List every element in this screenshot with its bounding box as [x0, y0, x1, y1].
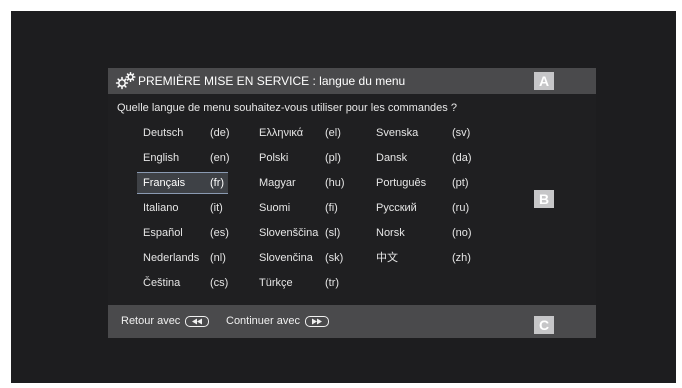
language-code: (da) [452, 152, 472, 164]
marker-b: B [534, 190, 554, 208]
language-code: (it) [210, 202, 223, 214]
language-option[interactable]: Deutsch (de) [143, 123, 230, 143]
language-option[interactable]: Dansk (da) [376, 148, 486, 168]
language-code: (es) [210, 227, 229, 239]
language-code: (de) [210, 127, 230, 139]
language-name: English [143, 152, 180, 164]
language-name: 中文 [376, 252, 398, 264]
language-name: Deutsch [143, 127, 184, 139]
language-option[interactable]: Polski (pl) [259, 148, 354, 168]
dialog-footer: Retour avec Continuer avec C [108, 305, 596, 338]
language-name: Čeština [143, 277, 181, 289]
language-name: Svenska [376, 127, 419, 139]
language-name: Español [143, 227, 183, 239]
language-name: Ελληνικά [259, 127, 304, 139]
language-name: Italiano [143, 202, 179, 214]
language-name: Suomi [259, 202, 291, 214]
continue-hint-label: Continuer avec [226, 315, 300, 327]
language-code: (sv) [452, 127, 471, 139]
rewind-button-icon[interactable] [185, 316, 209, 327]
language-option[interactable]: Italiano (it) [143, 198, 228, 218]
language-code: (pt) [452, 177, 469, 189]
language-option[interactable]: English (en) [143, 148, 230, 168]
tv-screen: PREMIÈRE MISE EN SERVICE : langue du men… [11, 11, 676, 383]
language-name: Dansk [376, 152, 408, 164]
language-name: Polski [259, 152, 289, 164]
language-option[interactable]: Русский (ru) [376, 198, 486, 218]
language-option[interactable]: Nederlands (nl) [143, 248, 228, 268]
language-name: Türkçe [259, 277, 293, 289]
first-setup-dialog: PREMIÈRE MISE EN SERVICE : langue du men… [108, 68, 596, 338]
language-code: (nl) [210, 252, 226, 264]
language-name: Русский [376, 202, 417, 214]
language-code: (fi) [325, 202, 338, 214]
language-option[interactable]: Čeština (cs) [143, 273, 228, 293]
language-code: (el) [325, 127, 341, 139]
language-option[interactable]: Türkçe (tr) [259, 273, 354, 293]
language-code: (sl) [325, 227, 341, 239]
language-code: (tr) [325, 277, 340, 289]
language-name: Português [376, 177, 427, 189]
language-code: (hu) [325, 177, 345, 189]
language-code: (ru) [452, 202, 470, 214]
language-option[interactable]: Suomi (fi) [259, 198, 354, 218]
dialog-title: PREMIÈRE MISE EN SERVICE : langue du men… [138, 74, 406, 88]
language-name: Magyar [259, 177, 296, 189]
language-code: (fr) [210, 177, 225, 189]
language-code: (zh) [452, 252, 471, 264]
language-option[interactable]: Português (pt) [376, 173, 486, 193]
language-list-panel: Quelle langue de menu souhaitez-vous uti… [108, 94, 596, 305]
language-option[interactable]: Slovenščina (sl) [259, 223, 354, 243]
dialog-header: PREMIÈRE MISE EN SERVICE : langue du men… [108, 68, 596, 94]
language-question: Quelle langue de menu souhaitez-vous uti… [117, 102, 457, 114]
marker-a: A [534, 72, 554, 90]
language-name: Français [143, 177, 186, 189]
language-name: Nederlands [143, 252, 200, 264]
language-name: Norsk [376, 227, 405, 239]
language-option[interactable]: Slovenčina (sk) [259, 248, 354, 268]
marker-c: C [534, 316, 554, 334]
language-code: (sk) [325, 252, 344, 264]
gear-icon [115, 71, 137, 91]
language-code: (cs) [210, 277, 229, 289]
language-code: (pl) [325, 152, 341, 164]
language-name: Slovenščina [259, 227, 319, 239]
language-option[interactable]: Norsk (no) [376, 223, 486, 243]
language-option[interactable]: Español (es) [143, 223, 229, 243]
language-name: Slovenčina [259, 252, 313, 264]
language-code: (en) [210, 152, 230, 164]
fast-forward-button-icon[interactable] [305, 316, 329, 327]
language-code: (no) [452, 227, 472, 239]
language-option[interactable]: 中文 (zh) [376, 248, 486, 268]
language-option[interactable]: Svenska (sv) [376, 123, 486, 143]
back-hint-label: Retour avec [121, 315, 181, 327]
language-option[interactable]: Français (fr) [137, 172, 228, 194]
language-option[interactable]: Ελληνικά (el) [259, 123, 354, 143]
language-option[interactable]: Magyar (hu) [259, 173, 354, 193]
